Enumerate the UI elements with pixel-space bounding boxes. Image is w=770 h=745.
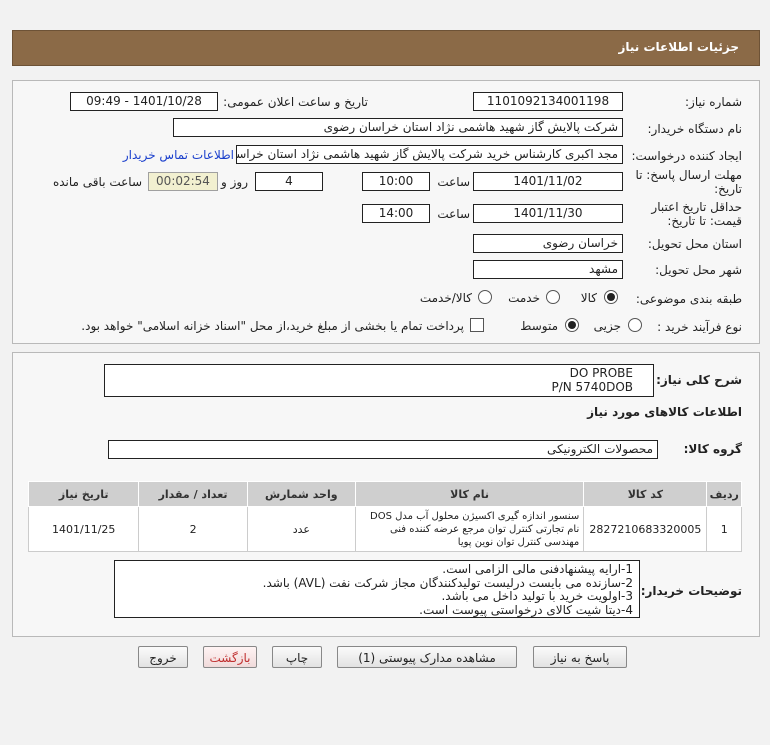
days-label: روز و	[221, 175, 248, 189]
deadline-date-field: 1401/11/02	[473, 172, 623, 191]
process-minor-radio[interactable]	[628, 318, 642, 332]
reply-button[interactable]: پاسخ به نیاز	[533, 646, 627, 668]
treasury-payment-checkbox[interactable]	[470, 318, 484, 332]
print-button[interactable]: چاپ	[272, 646, 322, 668]
remaining-label: ساعت باقی مانده	[52, 175, 142, 189]
cell-row: 1	[706, 506, 742, 552]
buyer-note-2: 2-سازنده می بایست درلیست تولیدکنندگان مج…	[262, 575, 633, 590]
cell-name: سنسور اندازه گیری اکسیژن محلول آب مدل DO…	[354, 506, 585, 552]
back-button[interactable]: بازگشت	[203, 646, 257, 668]
announce-field: 1401/10/28 - 09:49	[70, 92, 218, 111]
category-goods-service-radio[interactable]	[478, 290, 492, 304]
col-name: نام کالا	[354, 481, 585, 507]
buyer-notes-box: 1-ارایه پیشنهادفنی مالی الزامی است. 2-سا…	[114, 560, 640, 618]
summary-line-1: DO PROBE	[569, 366, 633, 380]
page-title: جزئیات اطلاعات نیاز	[618, 40, 739, 54]
category-service-radio[interactable]	[546, 290, 560, 304]
treasury-payment-label: پرداخت تمام یا بخشی از مبلغ خرید،از محل …	[81, 319, 464, 333]
province-label: استان محل تحویل:	[647, 237, 742, 251]
category-label: طبقه بندی موضوعی:	[635, 292, 742, 306]
validity-date-field: 1401/11/30	[473, 204, 623, 223]
days-field: 4	[255, 172, 323, 191]
category-goods-radio[interactable]	[604, 290, 618, 304]
goods-info-title: اطلاعات کالاهای مورد نیاز	[587, 405, 742, 419]
need-number-field: 1101092134001198	[473, 92, 623, 111]
col-unit: واحد شمارش	[246, 481, 356, 507]
category-goods-service-label: کالا/خدمت	[419, 291, 472, 305]
summary-label: شرح کلی نیاز:	[656, 373, 742, 387]
items-table: ردیف کد کالا نام کالا واحد شمارش تعداد /…	[27, 481, 742, 552]
process-medium-radio[interactable]	[565, 318, 579, 332]
city-field: مشهد	[473, 260, 623, 279]
summary-box: DO PROBE P/N 5740DOB	[104, 364, 654, 397]
col-row: ردیف	[706, 481, 742, 507]
buyer-label: نام دستگاه خریدار:	[647, 122, 743, 136]
goods-group-field: محصولات الکترونیکی	[108, 440, 658, 459]
deadline-label: مهلت ارسال پاسخ: تا تاریخ:	[635, 168, 742, 196]
process-label: نوع فرآیند خرید :	[657, 320, 742, 334]
contact-info-link[interactable]: اطلاعات تماس خریدار	[123, 148, 234, 162]
creator-field: مجد اکبری کارشناس خرید شرکت پالایش گاز ش…	[236, 145, 623, 164]
goods-group-label: گروه کالا:	[683, 442, 742, 456]
creator-label: ایجاد کننده درخواست:	[631, 149, 742, 163]
col-qty: تعداد / مقدار	[138, 481, 248, 507]
validity-time-label: ساعت	[437, 207, 470, 221]
need-number-label: شماره نیاز:	[685, 95, 742, 109]
deadline-time-label: ساعت	[437, 175, 470, 189]
remaining-timer: 00:02:54	[148, 172, 218, 191]
validity-time-field: 14:00	[362, 204, 430, 223]
buyer-field: شرکت پالایش گاز شهید هاشمی نژاد استان خر…	[173, 118, 623, 137]
announce-label: تاریخ و ساعت اعلان عمومی:	[223, 95, 368, 109]
buyer-note-3: 3-اولویت خرید با تولید داخل می باشد.	[441, 589, 633, 603]
validity-label: حداقل تاریخ اعتبار قیمت: تا تاریخ:	[651, 200, 742, 228]
cell-qty: 2	[138, 506, 248, 552]
process-medium-label: متوسط	[520, 319, 558, 333]
buyer-notes-label: توضیحات خریدار:	[640, 584, 742, 598]
city-label: شهر محل تحویل:	[655, 263, 742, 277]
buyer-note-1: 1-ارایه پیشنهادفنی مالی الزامی است.	[442, 562, 633, 576]
col-code: کد کالا	[583, 481, 708, 507]
deadline-time-field: 10:00	[362, 172, 430, 191]
buyer-note-4: 4-دیتا شیت کالای درخواستی پیوست است.	[419, 602, 633, 617]
summary-line-2: P/N 5740DOB	[551, 380, 633, 394]
province-field: خراسان رضوی	[473, 234, 623, 253]
cell-unit: عدد	[246, 506, 356, 552]
page-header: جزئیات اطلاعات نیاز	[12, 30, 760, 66]
cell-code: 2827210683320005	[583, 506, 708, 552]
cell-date: 1401/11/25	[27, 506, 140, 552]
col-date: تاریخ نیاز	[27, 481, 140, 507]
category-service-label: خدمت	[508, 291, 540, 305]
process-minor-label: جزیی	[593, 319, 621, 333]
category-goods-label: کالا	[580, 291, 597, 305]
table-row: 1 2827210683320005 سنسور اندازه گیری اکس…	[27, 506, 742, 552]
exit-button[interactable]: خروج	[138, 646, 188, 668]
view-attachments-button[interactable]: مشاهده مدارک پیوستی (1)	[337, 646, 517, 668]
